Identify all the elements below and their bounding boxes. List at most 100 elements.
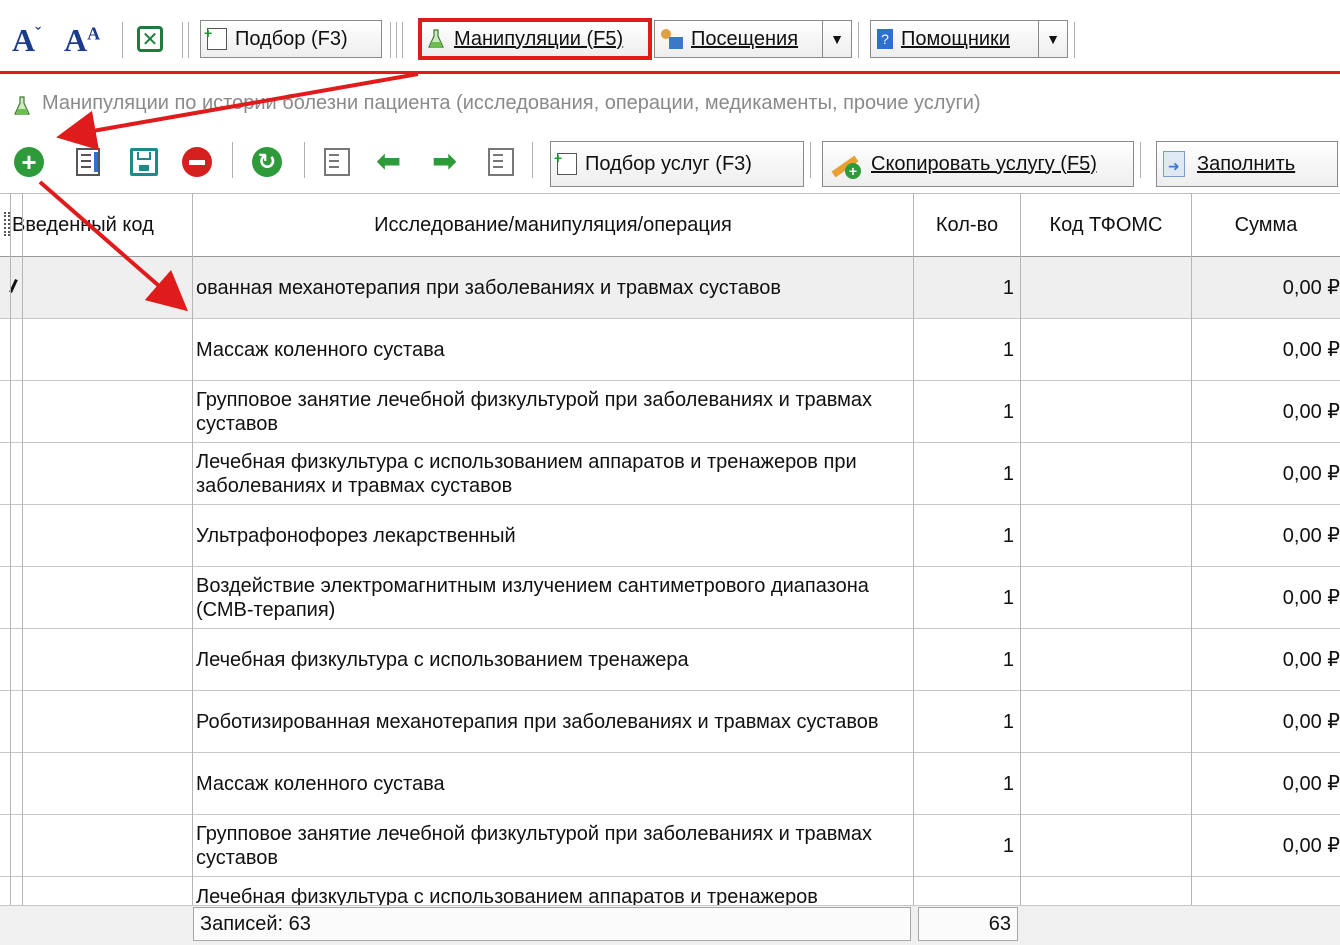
cell-sum: 0,00 ₽: [1282, 710, 1340, 733]
toolbar-divider: [810, 142, 814, 178]
copy-service-button[interactable]: + Скопировать услугу (F5): [822, 141, 1134, 187]
cell-sum: 0,00 ₽: [1282, 834, 1340, 857]
flask-icon: [14, 96, 30, 122]
cell-service-name: Лечебная физкультура с использованием ап…: [196, 450, 857, 497]
move-in-icon[interactable]: [488, 148, 514, 176]
column-header-code[interactable]: Введенный код: [0, 193, 192, 257]
manipulations-tab-button[interactable]: Манипуляции (F5): [418, 18, 652, 60]
cell-service-name: Лечебная физкультура с использованием ап…: [196, 886, 818, 905]
cell-qty: 1: [1002, 276, 1014, 299]
cell-qty: 1: [1002, 338, 1014, 361]
cell-sum: 0,00 ₽: [1282, 772, 1340, 795]
cell-qty: 1: [1002, 648, 1014, 671]
records-count: Записей: 63: [193, 907, 911, 941]
cell-service-name: Массаж коленного сустава: [196, 338, 445, 361]
clipboard-icon: +: [204, 25, 227, 50]
cell-sum: 0,00 ₽: [1282, 462, 1340, 485]
toolbar-divider: [188, 22, 192, 58]
excel-export-icon[interactable]: ✕: [137, 26, 163, 52]
cell-service-name: Лечебная физкультура с использованием тр…: [196, 648, 689, 671]
column-header-name[interactable]: Исследование/манипуляция/операция: [193, 193, 913, 257]
help-icon: ?: [877, 29, 893, 49]
arrow-right-icon[interactable]: ➡: [432, 147, 457, 177]
table-row[interactable]: Ультрафонофорез лекарственный 1 0,00 ₽: [0, 505, 1340, 567]
flask-icon: [428, 29, 444, 49]
cell-sum: 0,00 ₽: [1282, 586, 1340, 609]
visits-icon: [661, 29, 683, 49]
column-header-tfoms[interactable]: Код ТФОМС: [1021, 193, 1191, 257]
table-row[interactable]: Роботизированная механотерапия при забол…: [0, 691, 1340, 753]
toolbar-divider: [304, 142, 308, 178]
table-row[interactable]: Лечебная физкультура с использованием ап…: [0, 877, 1340, 905]
podbor-uslug-button[interactable]: + Подбор услуг (F3): [550, 141, 804, 187]
toolbar-divider: [122, 22, 126, 58]
table-row[interactable]: Массаж коленного сустава 1 0,00 ₽: [0, 319, 1340, 381]
cell-qty: 1: [1002, 462, 1014, 485]
cell-qty: 1: [1002, 524, 1014, 547]
grid-line: [192, 193, 193, 943]
save-icon[interactable]: [130, 148, 158, 176]
toolbar-divider: [390, 22, 394, 58]
cell-sum: 0,00 ₽: [1282, 524, 1340, 547]
clipboard-icon: +: [554, 150, 577, 175]
brush-copy-icon: +: [829, 149, 865, 179]
table-row[interactable]: Воздействие электромагнитным излучением …: [0, 567, 1340, 629]
toolbar-divider: [1140, 142, 1144, 178]
cell-service-name: Групповое занятие лечебной физкультурой …: [196, 388, 873, 435]
font-increase-button[interactable]: AA: [64, 22, 100, 59]
visits-button[interactable]: Посещения ▼: [654, 20, 852, 58]
refresh-icon[interactable]: ↻: [252, 147, 282, 177]
toolbar-divider: [1074, 22, 1078, 58]
cell-qty: 1: [1002, 586, 1014, 609]
cell-qty: 1: [1002, 710, 1014, 733]
helpers-button[interactable]: ? Помощники ▼: [870, 20, 1068, 58]
fill-icon: ➜: [1163, 151, 1185, 177]
toolbar-divider: [532, 142, 536, 178]
section-title: Манипуляции по истории болезни пациента …: [42, 92, 981, 114]
cell-service-name: ованная механотерапия при заболеваниях и…: [196, 276, 781, 299]
toolbar-divider: [396, 22, 400, 58]
grid-line: [913, 193, 914, 943]
cell-service-name: Ультрафонофорез лекарственный: [196, 524, 516, 547]
table-row[interactable]: Лечебная физкультура с использованием ап…: [0, 443, 1340, 505]
cell-sum: 0,00 ₽: [1282, 276, 1340, 299]
cell-service-name: Массаж коленного сустава: [196, 772, 445, 795]
table-row[interactable]: Массаж коленного сустава 1 0,00 ₽: [0, 753, 1340, 815]
chevron-down-icon[interactable]: ▼: [1038, 21, 1067, 57]
cell-sum: 0,00 ₽: [1282, 648, 1340, 671]
add-icon[interactable]: +: [14, 147, 44, 177]
font-decrease-button[interactable]: Aˇ: [12, 22, 41, 59]
grid-line: [22, 193, 23, 905]
cell-service-name: Воздействие электромагнитным излучением …: [196, 574, 869, 621]
cell-sum: 0,00 ₽: [1282, 400, 1340, 423]
cell-qty: 1: [1002, 400, 1014, 423]
grid-line: [1020, 193, 1021, 905]
table-row[interactable]: ованная механотерапия при заболеваниях и…: [0, 257, 1340, 319]
podbor-button[interactable]: + Подбор (F3): [200, 20, 382, 58]
main-toolbar: Aˇ AA ✕ + Подбор (F3) Манипуляции (F5) П…: [0, 0, 1340, 74]
cell-sum: 0,00 ₽: [1282, 338, 1340, 361]
arrow-left-icon[interactable]: ⬅: [376, 147, 401, 177]
move-out-icon[interactable]: [324, 148, 350, 176]
toolbar-divider: [182, 22, 186, 58]
toolbar-divider: [858, 22, 862, 58]
cell-qty: 1: [1002, 772, 1014, 795]
cell-sum: [1192, 877, 1340, 905]
grid-line: [10, 193, 11, 905]
chevron-down-icon[interactable]: ▼: [822, 21, 851, 57]
table-row[interactable]: Лечебная физкультура с использованием тр…: [0, 629, 1340, 691]
column-header-sum[interactable]: Сумма: [1192, 193, 1340, 257]
cell-service-name: Роботизированная механотерапия при забол…: [196, 710, 879, 733]
fill-button[interactable]: ➜ Заполнить: [1156, 141, 1338, 187]
edit-list-icon[interactable]: [76, 148, 100, 176]
table-row[interactable]: Групповое занятие лечебной физкультурой …: [0, 815, 1340, 877]
cell-qty: 1: [1002, 834, 1014, 857]
cell-service-name: Групповое занятие лечебной физкультурой …: [196, 822, 873, 869]
toolbar-divider: [402, 22, 406, 58]
column-header-qty[interactable]: Кол-во: [914, 193, 1020, 257]
table-row[interactable]: Групповое занятие лечебной физкультурой …: [0, 381, 1340, 443]
toolbar-divider: [232, 142, 236, 178]
delete-icon[interactable]: [182, 147, 212, 177]
total-qty: 63: [918, 907, 1018, 941]
cell-qty: [914, 877, 1014, 905]
